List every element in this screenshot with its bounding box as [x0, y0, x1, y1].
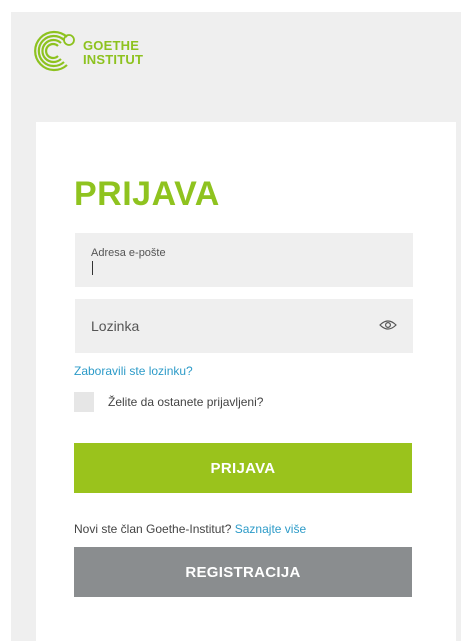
logo-line-2: INSTITUT [83, 52, 144, 67]
logo-line-1: GOETHE [83, 38, 140, 53]
login-page: GOETHE INSTITUT PRIJAVA Adresa e-pošte L… [11, 12, 461, 641]
password-field[interactable]: Lozinka [75, 299, 413, 353]
login-button[interactable]: PRIJAVA [74, 443, 412, 493]
forgot-password-link[interactable]: Zaboravili ste lozinku? [74, 364, 193, 378]
page-title: PRIJAVA [74, 175, 220, 213]
learn-more-link[interactable]: Saznajte više [235, 522, 306, 536]
password-field-label: Lozinka [91, 318, 140, 334]
goethe-logo: GOETHE INSTITUT [33, 28, 173, 78]
text-cursor [92, 261, 93, 275]
remember-me-checkbox[interactable] [74, 392, 94, 412]
goethe-emblem-icon [34, 30, 75, 72]
email-field[interactable]: Adresa e-pošte [75, 233, 413, 287]
remember-me-label: Želite da ostanete prijavljeni? [108, 395, 264, 409]
register-button[interactable]: REGISTRACIJA [74, 547, 412, 597]
eye-icon[interactable] [379, 319, 397, 331]
login-card: PRIJAVA Adresa e-pošte Lozinka Zaboravil… [36, 122, 456, 641]
email-field-label: Adresa e-pošte [91, 247, 166, 259]
new-member-text: Novi ste član Goethe-Institut? [74, 522, 235, 536]
logo-wordmark: GOETHE INSTITUT [83, 39, 143, 67]
new-member-prompt: Novi ste član Goethe-Institut? Saznajte … [74, 522, 306, 536]
